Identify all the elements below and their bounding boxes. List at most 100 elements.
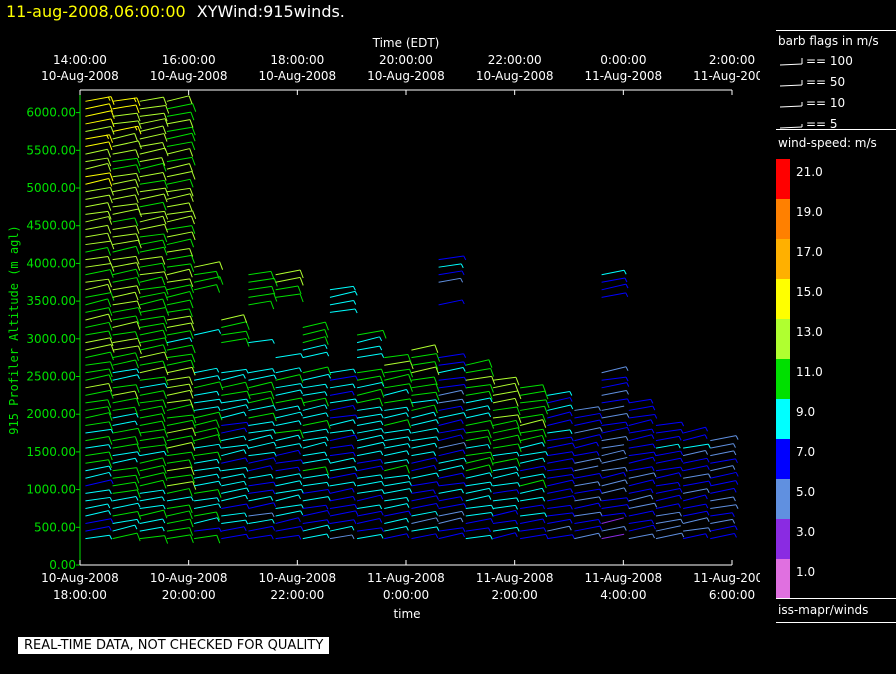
barb-shaft [221, 519, 246, 525]
barb-flag [515, 420, 520, 429]
barb-flag [489, 384, 494, 393]
barb-shaft [438, 299, 463, 306]
barb-flag [188, 269, 193, 278]
barb-half-flag [324, 404, 328, 410]
barb-shaft [166, 254, 192, 261]
top-x-tick-time: 18:00:00 [270, 53, 324, 67]
barb-shaft [520, 390, 546, 396]
wind-barb [166, 119, 194, 128]
barb-shaft [139, 383, 165, 389]
barb-half-flag [623, 487, 627, 493]
barb-shaft [139, 450, 165, 457]
barb-shaft [85, 444, 109, 449]
barb-half-flag [272, 368, 276, 373]
barb-half-flag [463, 457, 467, 463]
wind-barb [275, 285, 302, 295]
wind-barb [166, 254, 195, 264]
wind-barb [384, 526, 409, 532]
wind-barb [628, 519, 655, 525]
barb-shaft [112, 285, 138, 291]
barb-shaft [329, 510, 356, 517]
barb-shaft [166, 171, 193, 178]
barb-shaft [248, 374, 275, 381]
barb-shaft [112, 502, 139, 509]
barb-shaft [710, 465, 733, 472]
wind-barb [384, 368, 414, 378]
barb-shaft [112, 104, 137, 110]
barb-half-flag [489, 472, 493, 477]
top-x-tick-date: 10-Aug-2008 [150, 69, 228, 83]
barb-shaft [411, 376, 435, 381]
barb-shaft [356, 518, 380, 525]
wind-barb [112, 125, 142, 135]
barb-shaft [139, 509, 164, 517]
wind-barb [85, 186, 114, 196]
barb-half-flag [351, 534, 355, 540]
barb-shaft [85, 496, 111, 502]
barb-flag [516, 458, 521, 467]
wind-barb [601, 366, 629, 374]
barb-shaft [492, 443, 519, 449]
wind-barb [438, 255, 467, 261]
wind-barb [194, 406, 221, 411]
x-tick-time: 0:00:00 [383, 588, 429, 602]
wind-barb [166, 353, 196, 363]
barb-shaft [601, 426, 628, 434]
barb-half-flag [245, 494, 249, 500]
barb-shaft [166, 111, 191, 117]
barb-shaft [601, 292, 626, 298]
barb-shaft [112, 518, 138, 525]
barb-flag [189, 299, 194, 309]
wind-barb [302, 496, 331, 502]
wind-barb [139, 125, 167, 135]
wind-barb [357, 510, 384, 517]
barb-shaft [85, 262, 111, 268]
x-tick-date: 11-Aug-2008 [585, 571, 663, 585]
wind-barb [329, 285, 356, 291]
wind-barb [574, 525, 603, 532]
barb-half-flag [245, 534, 249, 539]
barb-half-flag [517, 482, 521, 487]
wind-barb [492, 427, 522, 436]
barb-shaft [275, 480, 300, 487]
wind-barb [85, 194, 113, 204]
barb-shaft [85, 421, 110, 427]
wind-barb [166, 427, 197, 437]
barb-shaft [139, 291, 165, 298]
barb-half-flag [678, 503, 681, 508]
barb-half-flag [462, 449, 466, 455]
barb-shaft [193, 427, 217, 434]
wind-barb [682, 465, 710, 472]
wind-barb [438, 442, 467, 449]
wind-barb [329, 457, 356, 464]
wind-barb [85, 428, 114, 434]
barb-shaft [139, 193, 165, 200]
barb-shaft [85, 313, 109, 321]
barb-shaft [166, 389, 191, 396]
wind-barb [248, 525, 276, 532]
wind-barb [438, 482, 467, 487]
barb-shaft [492, 497, 517, 502]
barb-half-flag [298, 420, 302, 426]
barb-half-flag [516, 489, 520, 494]
wind-barb [221, 444, 250, 450]
barb-legend-item: == 10 [779, 96, 845, 111]
barb-half-flag [273, 481, 277, 487]
barb-shaft [248, 465, 271, 472]
barb-half-flag [270, 474, 274, 479]
barb-shaft [628, 479, 653, 487]
wind-barb [139, 291, 169, 301]
wind-barb [139, 535, 169, 544]
wind-barb [601, 517, 624, 525]
barb-shaft [411, 510, 436, 517]
barb-half-flag [137, 451, 141, 456]
barb-shaft [248, 397, 271, 404]
wind-barb [329, 451, 356, 457]
barb-flag [162, 298, 167, 308]
barb-shaft [275, 420, 300, 427]
barb-shaft [221, 338, 247, 344]
wind-barb [547, 467, 575, 472]
barb-shaft [601, 517, 624, 525]
barb-half-flag [653, 472, 657, 478]
barb-shaft [85, 526, 110, 532]
